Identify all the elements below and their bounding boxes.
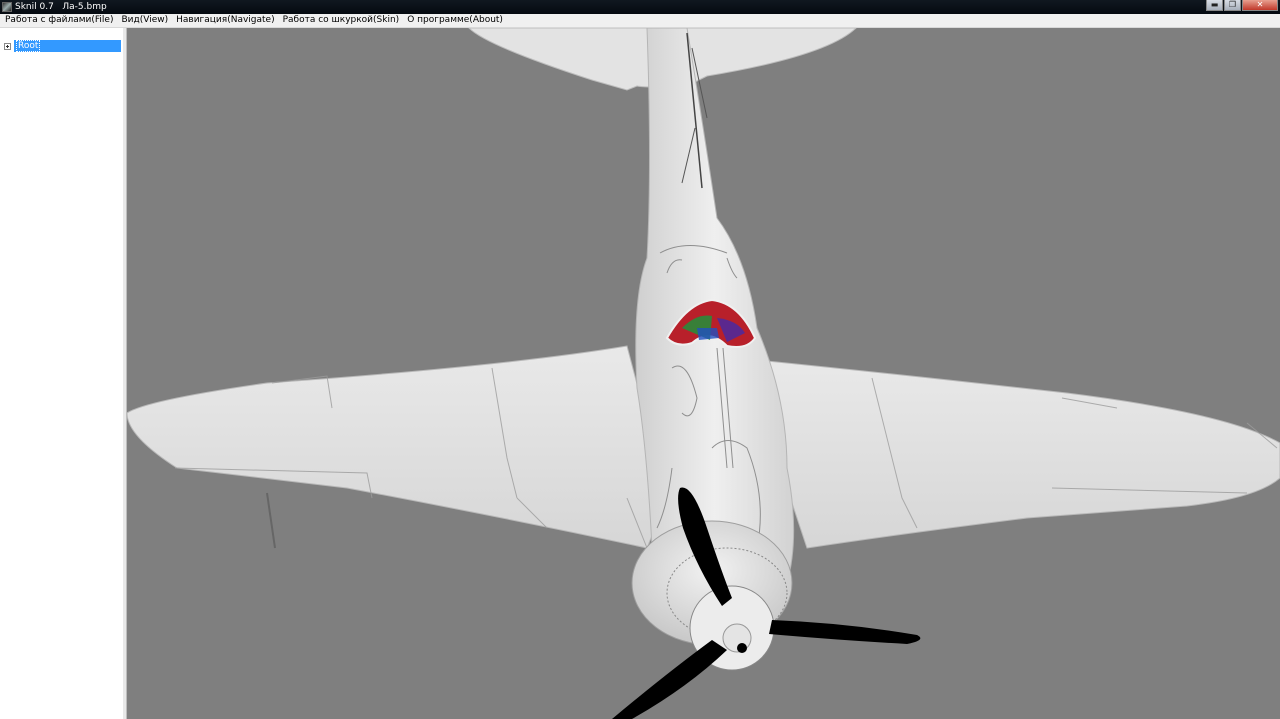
window-controls: ▬ ❐ ✕ <box>1205 0 1278 13</box>
expand-plus-icon[interactable] <box>4 43 11 50</box>
tree-panel[interactable]: Root <box>0 28 124 719</box>
aircraft-model-render <box>127 28 1280 719</box>
menu-bar: Работа с файлами(File) Вид(View) Навигац… <box>0 14 1280 28</box>
window-title: Sknil 0.7 Ла-5.bmp <box>15 2 107 12</box>
left-wing <box>127 345 668 549</box>
menu-navigate[interactable]: Навигация(Navigate) <box>172 14 278 27</box>
menu-file[interactable]: Работа с файлами(File) <box>0 14 117 27</box>
app-icon[interactable] <box>2 2 12 12</box>
menu-view[interactable]: Вид(View) <box>117 14 172 27</box>
minimize-button[interactable]: ▬ <box>1206 0 1223 11</box>
menu-skin[interactable]: Работа со шкуркой(Skin) <box>279 14 404 27</box>
maximize-button[interactable]: ❐ <box>1224 0 1241 11</box>
propeller-blade-right <box>769 620 921 644</box>
close-button[interactable]: ✕ <box>1242 0 1278 11</box>
3d-viewport[interactable] <box>127 28 1280 719</box>
tree-item-root[interactable]: Root <box>4 40 41 52</box>
propeller-blade-bottom <box>612 640 727 719</box>
title-bar: Sknil 0.7 Ла-5.bmp ▬ ❐ ✕ <box>0 0 1280 14</box>
right-wing <box>736 357 1280 549</box>
menu-about[interactable]: О программе(About) <box>403 14 507 27</box>
antenna-mast <box>266 492 276 549</box>
tree-item-label[interactable]: Root <box>15 40 41 52</box>
tree-root-text: Root <box>15 40 41 52</box>
